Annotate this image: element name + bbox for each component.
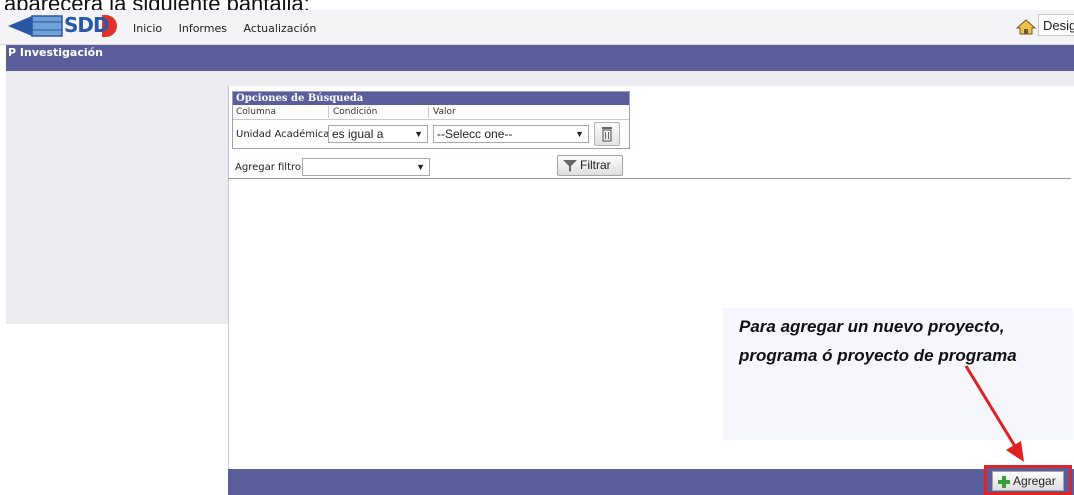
add-filter-select[interactable]: ▼ <box>302 158 430 176</box>
user-role-select[interactable]: Desig <box>1038 14 1074 36</box>
dropdown-arrow-icon: ▼ <box>414 129 423 139</box>
sdd-logo[interactable]: SDD <box>6 11 124 41</box>
dropdown-arrow-icon: ▼ <box>575 129 584 139</box>
condition-select[interactable]: es igual a ▼ <box>328 125 428 143</box>
plus-icon <box>998 476 1010 488</box>
main-menu: Inicio Informes Actualización <box>133 22 329 35</box>
search-options-title: Opciones de Búsqueda <box>233 92 629 105</box>
column-header: Columna <box>236 107 276 117</box>
unidad-academica-label: Unidad Académica <box>236 129 330 140</box>
trash-icon <box>602 127 612 142</box>
content-header-strip <box>228 71 1074 86</box>
filter-button[interactable]: Filtrar <box>557 155 623 176</box>
top-navigation-bar: SDD Inicio Informes Actualización Desig <box>0 10 1074 45</box>
header-divider <box>233 119 629 120</box>
dropdown-arrow-icon: ▼ <box>416 162 425 172</box>
column-divider <box>428 106 429 118</box>
sidebar <box>6 71 229 324</box>
column-divider <box>328 106 329 118</box>
add-button[interactable]: Agregar <box>992 471 1064 491</box>
condition-header: Condición <box>333 107 378 117</box>
logo-text: SDD <box>64 13 110 37</box>
callout-text: Para agregar un nuevo proyecto, programa… <box>739 312 1017 370</box>
callout-line-2: programa ó proyecto de programa <box>739 346 1017 365</box>
home-icon[interactable] <box>1015 18 1037 36</box>
callout-line-1: Para agregar un nuevo proyecto, <box>739 317 1005 336</box>
filter-button-label: Filtrar <box>580 158 611 172</box>
value-select[interactable]: --Selecc one-- ▼ <box>433 125 589 143</box>
add-button-label: Agregar <box>1013 474 1056 488</box>
delete-filter-button[interactable] <box>594 122 620 146</box>
search-options-panel: Opciones de Búsqueda Columna Condición V… <box>232 91 630 149</box>
funnel-icon <box>563 160 577 172</box>
page-title: P Investigación <box>6 45 1074 71</box>
condition-value: es igual a <box>332 127 384 141</box>
footer-bar <box>228 469 1074 495</box>
menu-item-informes[interactable]: Informes <box>179 22 227 35</box>
menu-item-actualizacion[interactable]: Actualización <box>243 22 316 35</box>
menu-item-inicio[interactable]: Inicio <box>133 22 162 35</box>
add-button-highlight: Agregar <box>984 465 1072 495</box>
add-filter-label: Agregar filtro <box>235 162 302 173</box>
value-header: Valor <box>433 107 456 117</box>
value-selected: --Selecc one-- <box>437 127 513 141</box>
